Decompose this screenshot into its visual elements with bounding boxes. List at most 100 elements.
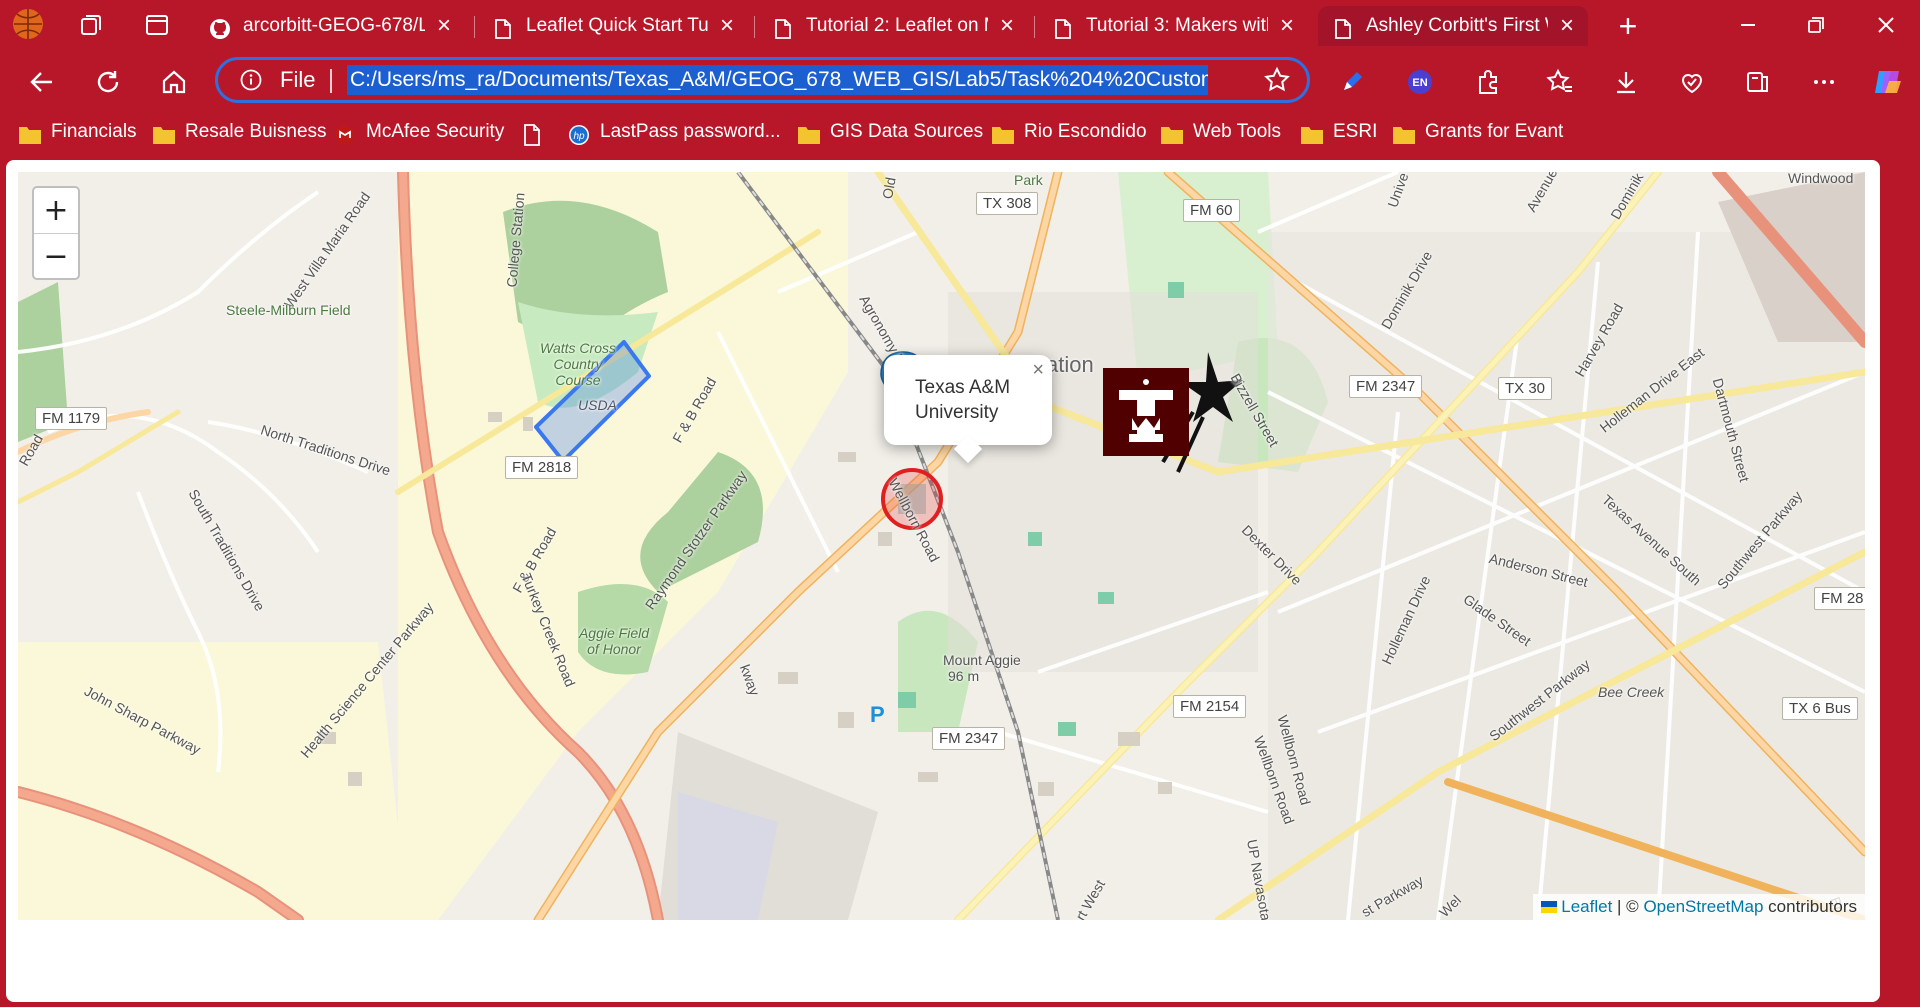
hp-icon: hp <box>567 121 591 145</box>
map-label: ation <box>1046 352 1094 377</box>
tab-bar: arcorbitt-GEOG-678/Lab × Leaflet Quick S… <box>0 0 1920 52</box>
restore-icon[interactable] <box>1786 0 1846 50</box>
popup-content: Texas A&M University <box>915 377 1011 423</box>
texas-am-logo[interactable] <box>1103 368 1189 456</box>
openstreetmap-link[interactable]: OpenStreetMap <box>1643 897 1763 916</box>
leaflet-map[interactable]: West Villa Maria Road Steele-Milburn Fie… <box>18 172 1865 920</box>
tab-markers-custom[interactable]: Tutorial 3: Makers with Custom × <box>1038 6 1308 46</box>
usda-label: USDA <box>578 397 617 413</box>
extensions-icon[interactable] <box>1466 60 1510 104</box>
bookmark-label: Rio Escondido <box>1024 121 1147 142</box>
tab-active-web-map[interactable]: Ashley Corbitt's First Web × <box>1318 6 1588 46</box>
close-window-icon[interactable] <box>1856 0 1916 50</box>
home-icon[interactable] <box>152 60 196 104</box>
page-icon <box>772 15 794 39</box>
mcafee-icon <box>333 121 357 145</box>
zoom-control: + − <box>32 186 80 280</box>
refresh-icon[interactable] <box>86 60 130 104</box>
attribution-suffix: contributors <box>1763 897 1857 916</box>
page-icon <box>1052 15 1074 39</box>
zoom-out-button[interactable]: − <box>34 234 78 279</box>
parking-icon: P <box>870 702 885 727</box>
bookmark-web-tools[interactable]: Web Tools <box>1160 112 1281 152</box>
road-shield: FM 60 <box>1183 199 1240 222</box>
bookmark-page[interactable] <box>520 112 553 152</box>
tab-actions-icon[interactable] <box>140 8 174 42</box>
tab-separator <box>474 16 475 38</box>
map-label: Mount Aggie <box>943 652 1021 668</box>
close-tab-icon[interactable]: × <box>431 6 457 46</box>
road-shield: TX 30 <box>1498 377 1553 400</box>
tab-leaflet-mobile[interactable]: Tutorial 2: Leaflet on Mobile × <box>758 6 1028 46</box>
bookmark-grants-for-evant[interactable]: Grants for Evant <box>1392 112 1563 152</box>
zoom-in-button[interactable]: + <box>34 188 78 233</box>
language-extension-icon[interactable]: EN <box>1398 60 1442 104</box>
leaflet-link[interactable]: Leaflet <box>1561 897 1612 916</box>
road-shield: TX 308 <box>976 192 1039 215</box>
tab-title: Tutorial 2: Leaflet on Mobile <box>806 15 988 36</box>
copilot-icon[interactable] <box>1866 60 1910 104</box>
close-tab-icon[interactable]: × <box>714 6 740 46</box>
pen-extension-icon[interactable] <box>1330 60 1374 104</box>
minimize-icon[interactable] <box>1718 0 1778 50</box>
folder-icon <box>1160 121 1184 144</box>
info-icon[interactable] <box>240 69 262 91</box>
browser-essentials-icon[interactable] <box>1670 60 1714 104</box>
svg-text:hp: hp <box>573 131 585 142</box>
map-label: Bee Creek <box>1598 684 1665 700</box>
map-label: 96 m <box>948 668 980 684</box>
road-shield: FM 2347 <box>1349 375 1423 398</box>
bookmark-gis-data-sources[interactable]: GIS Data Sources <box>797 112 983 152</box>
bookmark-label: ESRI <box>1333 121 1378 142</box>
downloads-icon[interactable] <box>1604 60 1648 104</box>
bookmarks-bar: Financials Resale Buisness McAfee Securi… <box>0 112 1920 152</box>
address-separator <box>330 69 332 93</box>
tab-separator <box>754 16 755 38</box>
tab-github[interactable]: arcorbitt-GEOG-678/Lab × <box>195 6 465 46</box>
bookmark-label: Grants for Evant <box>1425 121 1564 142</box>
bookmark-lastpass[interactable]: hp LastPass password... <box>567 112 781 152</box>
page-icon <box>520 121 544 146</box>
bookmark-rio-escondido[interactable]: Rio Escondido <box>991 112 1147 152</box>
bookmark-label: Financials <box>51 121 137 142</box>
tab-separator <box>1034 16 1035 38</box>
address-bar[interactable]: File C:/Users/ms_ra/Documents/Texas_A&M/… <box>215 57 1310 103</box>
back-icon[interactable] <box>20 60 64 104</box>
navigation-bar: File C:/Users/ms_ra/Documents/Texas_A&M/… <box>0 52 1920 110</box>
web-page: West Villa Maria Road Steele-Milburn Fie… <box>6 160 1880 1002</box>
bookmark-label: LastPass password... <box>600 121 781 142</box>
page-icon <box>1332 15 1354 39</box>
bookmark-esri[interactable]: ESRI <box>1300 112 1377 152</box>
more-options-icon[interactable] <box>1802 60 1846 104</box>
collections-icon[interactable] <box>1736 60 1780 104</box>
close-tab-icon[interactable]: × <box>994 6 1020 46</box>
close-tab-icon[interactable]: × <box>1274 6 1300 46</box>
favorites-icon[interactable] <box>1538 60 1582 104</box>
bookmark-financials[interactable]: Financials <box>18 112 137 152</box>
map-attribution: Leaflet | © OpenStreetMap contributors <box>1532 894 1865 920</box>
favorite-star-icon[interactable] <box>1263 66 1293 96</box>
road-shield: TX 6 Bus <box>1782 697 1858 720</box>
bookmark-resale-buisness[interactable]: Resale Buisness <box>152 112 327 152</box>
new-tab-icon[interactable]: + <box>1610 8 1646 44</box>
close-tab-icon[interactable]: × <box>1554 6 1580 46</box>
ukraine-flag-icon <box>1540 897 1557 916</box>
folder-icon <box>797 121 821 144</box>
workspaces-icon[interactable] <box>74 8 108 42</box>
url-text[interactable]: C:/Users/ms_ra/Documents/Texas_A&M/GEOG_… <box>347 65 1208 95</box>
folder-icon <box>1392 121 1416 144</box>
attribution-separator: | © <box>1612 897 1644 916</box>
bookmark-label: McAfee Security <box>366 121 505 142</box>
bookmark-label: Resale Buisness <box>185 121 327 142</box>
tab-leaflet-quick-start[interactable]: Leaflet Quick Start Tutorial × <box>478 6 748 46</box>
map-label: Park <box>1014 172 1043 188</box>
tab-title: Ashley Corbitt's First Web <box>1366 15 1548 36</box>
browser-profile-icon[interactable] <box>10 6 46 42</box>
bookmark-mcafee-security[interactable]: McAfee Security <box>333 112 504 152</box>
bookmark-label: Web Tools <box>1193 121 1282 142</box>
map-label: Aggie Field of Honor <box>578 625 650 657</box>
page-icon <box>492 15 514 39</box>
map-label: Watts Cross Country Course <box>540 340 616 388</box>
folder-icon <box>18 121 42 144</box>
url-scheme-label: File <box>280 67 316 92</box>
